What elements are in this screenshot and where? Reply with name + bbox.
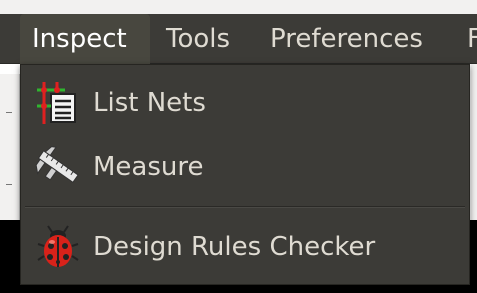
design-rules-checker-label: Design Rules Checker bbox=[93, 232, 376, 262]
menu-tools[interactable]: Tools bbox=[154, 14, 242, 64]
menu-item-design-rules-checker[interactable]: Design Rules Checker bbox=[21, 217, 469, 277]
inspect-dropdown-menu: List Nets Measure Design Rules Checker bbox=[20, 64, 470, 285]
menu-next-cutoff[interactable]: F bbox=[457, 14, 477, 64]
menu-item-measure[interactable]: Measure bbox=[21, 137, 469, 197]
toolbar-tick bbox=[6, 184, 12, 185]
caliper-icon bbox=[35, 144, 81, 190]
menubar: Inspect Tools Preferences F bbox=[0, 0, 477, 64]
toolbar-tick bbox=[6, 112, 12, 113]
list-nets-icon bbox=[35, 80, 81, 126]
menu-inspect[interactable]: Inspect bbox=[20, 14, 150, 64]
menu-separator bbox=[25, 206, 465, 208]
left-toolbar-strip bbox=[0, 74, 20, 220]
window-top-edge bbox=[0, 0, 477, 14]
right-toolbar-strip bbox=[471, 64, 477, 220]
list-nets-label: List Nets bbox=[93, 88, 206, 118]
measure-label: Measure bbox=[93, 152, 204, 182]
menu-preferences[interactable]: Preferences bbox=[258, 14, 435, 64]
menu-item-list-nets[interactable]: List Nets bbox=[21, 73, 469, 133]
ladybug-icon bbox=[35, 224, 81, 270]
